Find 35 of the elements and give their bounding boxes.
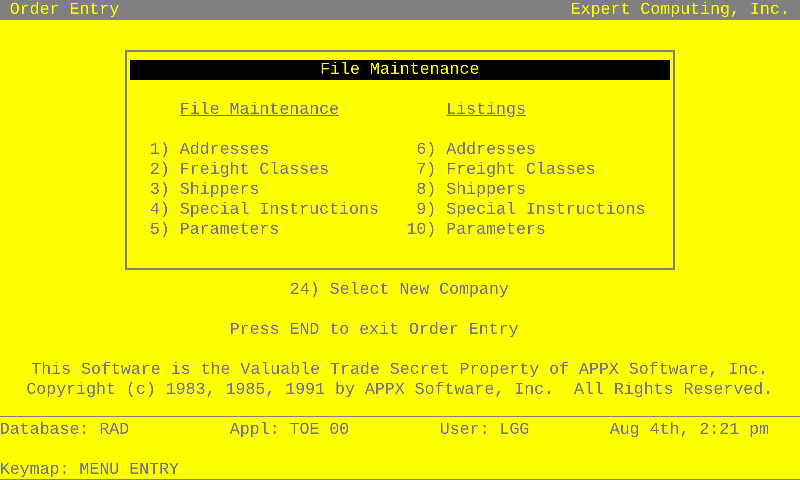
status-field: Database: RAD	[0, 420, 130, 440]
option-label[interactable]: Special Instructions	[446, 200, 646, 220]
option-number: 5)	[149, 220, 170, 240]
copyright-notice: This Software is the Valuable Trade Secret Property of APPX Software, Inc.	[32, 360, 768, 379]
option-number: 2)	[149, 160, 170, 180]
option-label[interactable]: Freight Classes	[446, 160, 596, 180]
option-label[interactable]: Parameters	[180, 220, 280, 240]
option-label[interactable]: Parameters	[446, 220, 546, 240]
column-heading: Listings	[446, 100, 526, 119]
status-field: Aug 4th, 2:21 pm	[610, 420, 770, 440]
keymap-label: Keymap: MENU ENTRY	[0, 460, 180, 479]
option-number: 6)	[416, 140, 436, 160]
option-number: 1)	[149, 140, 170, 160]
status-field: Appl: TOE 00	[230, 420, 350, 440]
option-label[interactable]: Shippers	[446, 180, 526, 200]
option-number: 7)	[416, 160, 436, 180]
column-heading: File Maintenance	[180, 100, 340, 119]
option-number: 8)	[416, 180, 436, 200]
option-label[interactable]: Addresses	[180, 140, 270, 160]
option-number: 9)	[416, 200, 436, 220]
option-number: 3)	[149, 180, 170, 200]
option-label[interactable]: Select New Company	[330, 280, 510, 300]
option-label[interactable]: Addresses	[446, 140, 536, 160]
option-label[interactable]: Shippers	[180, 180, 260, 200]
copyright-notice: Copyright (c) 1983, 1985, 1991 by APPX Software, Inc. All Rights Reserved.	[26, 380, 774, 399]
exit-hint: Press END to exit Order Entry	[230, 320, 519, 339]
option-number: 4)	[149, 200, 170, 220]
option-label[interactable]: Freight Classes	[180, 160, 330, 180]
app-title: Order Entry	[10, 0, 120, 20]
option-label[interactable]: Special Instructions	[180, 200, 380, 220]
menu-title: File Maintenance	[130, 60, 670, 80]
status-field: User: LGG	[440, 420, 530, 440]
option-number: 10)	[406, 220, 436, 240]
company-name: Expert Computing, Inc.	[570, 0, 790, 20]
option-number: 24)	[290, 280, 320, 300]
